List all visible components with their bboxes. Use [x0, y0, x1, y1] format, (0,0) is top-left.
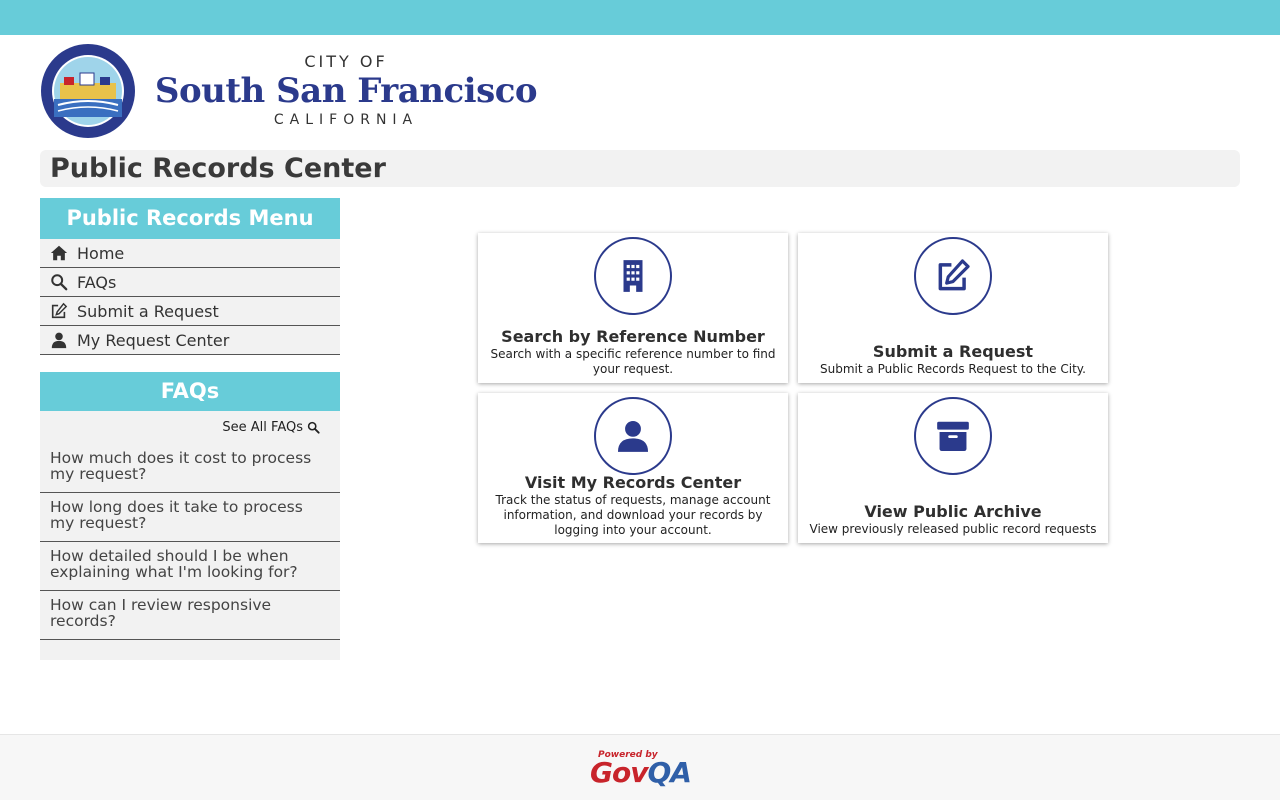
- card-title: View Public Archive: [864, 502, 1042, 521]
- search-icon: [50, 273, 68, 291]
- menu-heading: Public Records Menu: [40, 198, 340, 239]
- action-cards: Search by Reference Number Search with a…: [478, 233, 1108, 543]
- card-description: Track the status of requests, manage acc…: [495, 493, 771, 537]
- user-icon: [50, 331, 68, 349]
- page-title: Public Records Center: [50, 153, 386, 184]
- card-description: Submit a Public Records Request to the C…: [820, 362, 1086, 376]
- top-accent-bar: [0, 0, 1280, 35]
- card-description: View previously released public record r…: [809, 522, 1097, 536]
- home-icon: [50, 244, 68, 262]
- edit-icon: [938, 259, 970, 291]
- card-title: Submit a Request: [872, 342, 1034, 361]
- card-icon-circle: [914, 237, 992, 315]
- faq-heading: FAQs: [40, 372, 340, 411]
- archive-icon: [937, 421, 969, 452]
- view-public-archive-card[interactable]: View Public Archive View previously rele…: [798, 393, 1108, 543]
- card-title: Visit My Records Center: [524, 473, 742, 492]
- govqa-qa: QA: [647, 756, 691, 789]
- visit-records-center-card[interactable]: Visit My Records Center Track the status…: [478, 393, 788, 543]
- logo-city-name: South San Francisco: [154, 71, 538, 111]
- faq-item[interactable]: How detailed should I be when explaining…: [40, 542, 340, 591]
- faq-panel: See All FAQs How much does it cost to pr…: [40, 411, 340, 660]
- faq-item[interactable]: How much does it cost to process my requ…: [40, 444, 340, 493]
- edit-icon: [50, 302, 68, 320]
- building-icon: [623, 260, 643, 292]
- sidebar-item-home[interactable]: Home: [40, 239, 340, 268]
- sidebar-item-my-request-center[interactable]: My Request Center: [40, 326, 340, 355]
- card-icon-circle: [594, 237, 672, 315]
- faq-item[interactable]: How long does it take to process my requ…: [40, 493, 340, 542]
- logo-state: CALIFORNIA: [273, 112, 419, 128]
- card-icon-circle: [914, 397, 992, 475]
- card-icon-circle: [594, 397, 672, 475]
- footer: Powered by GovQA: [0, 734, 1280, 800]
- submit-request-card[interactable]: Submit a Request Submit a Public Records…: [798, 233, 1108, 383]
- see-all-faqs-link[interactable]: See All FAQs: [40, 411, 340, 444]
- sidebar-item-faqs[interactable]: FAQs: [40, 268, 340, 297]
- logo-city-of: CITY OF: [304, 52, 388, 71]
- sidebar-item-label: My Request Center: [77, 330, 230, 350]
- page-title-bar: Public Records Center: [40, 150, 1240, 187]
- user-icon: [617, 420, 649, 452]
- sidebar: Public Records Menu Home FAQs Submit a R…: [40, 198, 340, 660]
- city-logo[interactable]: CITY OF South San Francisco CALIFORNIA: [40, 43, 540, 139]
- search-by-reference-card[interactable]: Search by Reference Number Search with a…: [478, 233, 788, 383]
- sidebar-item-submit-request[interactable]: Submit a Request: [40, 297, 340, 326]
- govqa-logo[interactable]: Powered by GovQA: [590, 750, 692, 789]
- sidebar-item-label: Submit a Request: [77, 301, 219, 321]
- search-icon: [307, 421, 320, 434]
- sidebar-item-label: FAQs: [77, 272, 117, 292]
- see-all-faqs-label: See All FAQs: [222, 420, 303, 435]
- faq-item[interactable]: How can I review responsive records?: [40, 591, 340, 640]
- card-description: Search with a specific reference number …: [490, 347, 776, 376]
- sidebar-item-label: Home: [77, 243, 125, 263]
- card-title: Search by Reference Number: [501, 327, 765, 346]
- city-seal-icon: [41, 44, 135, 138]
- govqa-gov: Gov: [590, 756, 648, 789]
- govqa-wordmark: GovQA: [590, 756, 692, 789]
